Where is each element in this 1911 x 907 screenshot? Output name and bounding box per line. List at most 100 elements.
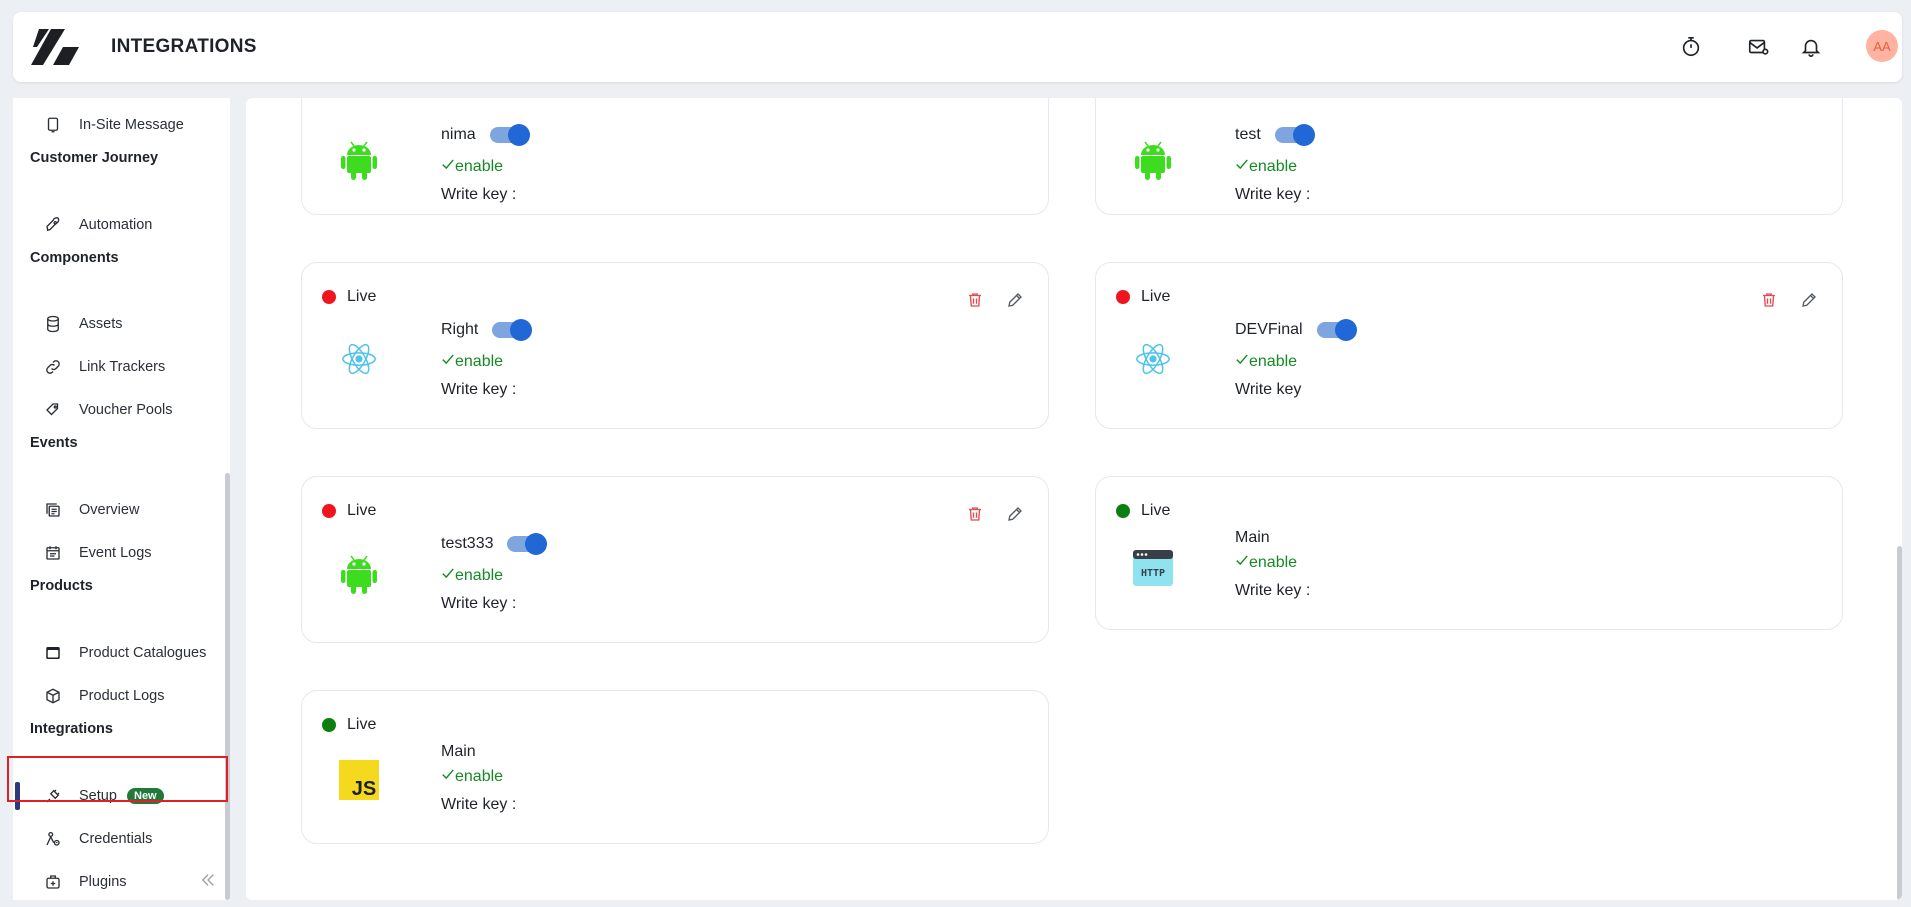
- status-label: Live: [347, 288, 377, 305]
- sidebar-item-product-logs[interactable]: Product Logs: [13, 678, 225, 714]
- sidebar-item-label: Link Trackers: [79, 359, 166, 375]
- sidebar-item-setup[interactable]: Setup New: [13, 778, 225, 814]
- box-icon: [43, 686, 63, 706]
- enable-status: enable: [1249, 553, 1298, 571]
- delete-icon[interactable]: [964, 503, 986, 525]
- plug-icon: [43, 786, 63, 806]
- overview-icon: [43, 500, 63, 520]
- edit-icon[interactable]: [1004, 289, 1026, 311]
- sidebar-item-label: Overview: [79, 502, 140, 518]
- edit-icon[interactable]: [1798, 289, 1820, 311]
- brand-logo-icon[interactable]: [29, 25, 83, 69]
- avatar[interactable]: AA: [1866, 30, 1898, 62]
- integration-name: Main: [441, 743, 476, 760]
- sidebar-section-customer-journey: Customer Journey: [30, 150, 159, 166]
- svg-text:JS: JS: [352, 778, 376, 800]
- enable-status: enable: [455, 352, 504, 370]
- integration-name: Right: [441, 321, 479, 338]
- calendar-list-icon: [43, 543, 63, 563]
- credentials-icon: [43, 829, 63, 849]
- check-icon: [441, 767, 455, 786]
- new-badge: New: [127, 788, 164, 804]
- integration-name: DEVFinal: [1235, 321, 1303, 338]
- enable-toggle[interactable]: [1274, 124, 1315, 146]
- active-indicator: [15, 782, 20, 810]
- rocket-icon: [43, 215, 63, 235]
- sidebar-scrollbar[interactable]: [225, 473, 230, 900]
- sidebar-section-components: Components: [30, 250, 119, 266]
- sidebar-item-in-site-message[interactable]: In-Site Message: [13, 107, 225, 143]
- android-icon: [338, 139, 380, 181]
- integration-card[interactable]: Live test333 enable Write key :: [301, 476, 1049, 643]
- sidebar-item-label: Assets: [79, 316, 123, 332]
- message-square-icon: [43, 115, 63, 135]
- main-scrollbar[interactable]: [1897, 546, 1902, 900]
- sidebar-item-assets[interactable]: Assets: [13, 306, 225, 342]
- delete-icon[interactable]: [1758, 289, 1780, 311]
- enable-toggle[interactable]: [492, 319, 533, 341]
- integration-name: test: [1235, 126, 1261, 143]
- sidebar-item-product-catalogues[interactable]: Product Catalogues: [13, 635, 225, 671]
- sidebar-item-automation[interactable]: Automation: [13, 207, 225, 243]
- integration-card[interactable]: Live Right enable Write key :: [301, 262, 1049, 429]
- collapse-sidebar-icon[interactable]: [196, 868, 220, 892]
- toggle-knob: [510, 319, 533, 341]
- integration-card[interactable]: Live JS Main enable Write key :: [301, 690, 1049, 844]
- enable-toggle[interactable]: [507, 533, 548, 555]
- status-label: Live: [1141, 288, 1171, 305]
- enable-toggle[interactable]: [1316, 319, 1357, 341]
- sidebar-item-link-trackers[interactable]: Link Trackers: [13, 349, 225, 385]
- toggle-knob: [507, 124, 530, 146]
- sidebar-section-integrations: Integrations: [30, 721, 113, 737]
- integration-card[interactable]: Live DEVFinal enable Write key: [1095, 262, 1843, 429]
- live-status-dot: [322, 504, 336, 518]
- enable-toggle[interactable]: [489, 124, 530, 146]
- integration-card[interactable]: test enable Write key :: [1095, 98, 1843, 215]
- sidebar-item-overview[interactable]: Overview: [13, 492, 225, 528]
- sidebar-item-event-logs[interactable]: Event Logs: [13, 535, 225, 571]
- live-status-dot: [322, 718, 336, 732]
- status-label: Live: [1141, 502, 1171, 519]
- integration-card[interactable]: nima enable Write key :: [301, 98, 1049, 215]
- write-key-label: Write key :: [441, 381, 517, 398]
- toggle-knob: [1334, 319, 1357, 341]
- integration-name: nima: [441, 126, 476, 143]
- mail-icon[interactable]: [1745, 34, 1771, 60]
- android-icon: [338, 553, 380, 595]
- javascript-icon: JS: [338, 759, 380, 801]
- integration-name: Main: [1235, 529, 1270, 546]
- sidebar-item-label: Product Catalogues: [79, 645, 207, 661]
- sidebar-item-credentials[interactable]: Credentials: [13, 821, 225, 857]
- enable-status: enable: [455, 566, 504, 584]
- write-key-label: Write key: [1235, 381, 1302, 398]
- write-key-label: Write key :: [1235, 186, 1311, 203]
- sidebar-item-label: Product Logs: [79, 688, 165, 704]
- write-key-label: Write key :: [441, 595, 517, 612]
- integrations-panel: nima enable Write key : test enable Writ…: [246, 98, 1902, 900]
- bell-icon[interactable]: [1798, 34, 1824, 60]
- status-label: Live: [347, 502, 377, 519]
- write-key-label: Write key :: [1235, 582, 1311, 599]
- edit-icon[interactable]: [1004, 503, 1026, 525]
- status-label: Live: [347, 716, 377, 733]
- timer-icon[interactable]: [1678, 34, 1704, 60]
- sidebar-item-plugins[interactable]: Plugins: [13, 864, 225, 900]
- sidebar-item-label: Voucher Pools: [79, 402, 173, 418]
- delete-icon[interactable]: [964, 289, 986, 311]
- ticket-icon: [43, 400, 63, 420]
- check-icon: [441, 352, 455, 371]
- enable-status: enable: [455, 157, 504, 175]
- check-icon: [1235, 553, 1249, 572]
- database-icon: [43, 314, 63, 334]
- integration-card[interactable]: Live HTTP Main enable Write key :: [1095, 476, 1843, 630]
- react-icon: [1132, 338, 1174, 380]
- sidebar-item-label: Automation: [79, 217, 153, 233]
- check-icon: [441, 566, 455, 585]
- sidebar-item-voucher-pools[interactable]: Voucher Pools: [13, 392, 225, 428]
- sidebar-item-label: In-Site Message: [79, 117, 184, 133]
- link-icon: [43, 357, 63, 377]
- plugin-icon: [43, 872, 63, 892]
- write-key-label: Write key :: [441, 796, 517, 813]
- check-icon: [1235, 157, 1249, 176]
- http-icon: HTTP: [1132, 547, 1174, 589]
